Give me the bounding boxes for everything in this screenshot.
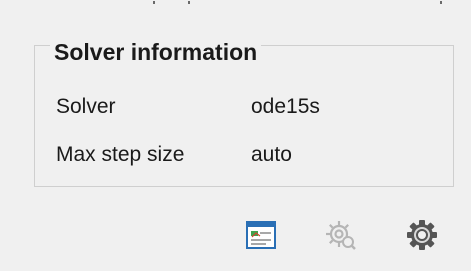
solver-info-panel: Solver information Solver ode15s Max ste… xyxy=(0,0,471,271)
max-step-size-value: auto xyxy=(251,143,292,166)
top-edge-artifact xyxy=(0,0,471,14)
max-step-size-label: Max step size xyxy=(56,143,185,166)
gear-search-icon[interactable] xyxy=(324,218,358,252)
max-step-size-row: Max step size auto xyxy=(56,140,436,170)
report-icon[interactable] xyxy=(244,218,278,252)
settings-gear-icon[interactable] xyxy=(405,218,439,252)
solver-information-title: Solver information xyxy=(50,37,262,67)
solver-row: Solver ode15s xyxy=(56,92,436,122)
solver-label: Solver xyxy=(56,95,116,118)
solver-value: ode15s xyxy=(251,95,320,118)
